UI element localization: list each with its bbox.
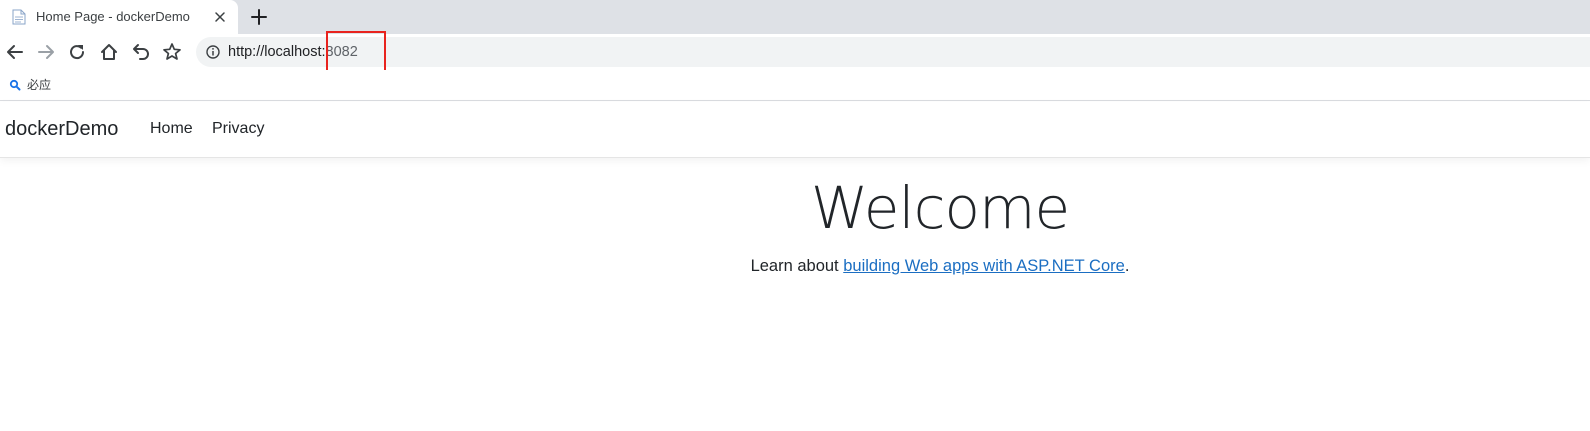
info-icon[interactable] — [206, 45, 220, 59]
main-content: Welcome Learn about building Web apps wi… — [0, 159, 1590, 431]
welcome-section: Welcome Learn about building Web apps wi… — [290, 159, 1590, 279]
nav-home-link[interactable]: Home — [150, 102, 193, 156]
new-tab-plus-icon[interactable] — [250, 8, 268, 26]
undo-icon[interactable] — [130, 41, 152, 63]
bookmarks-bar: 必应 — [0, 70, 1590, 101]
port-highlight-box — [326, 31, 386, 74]
home-icon[interactable] — [98, 41, 120, 63]
close-icon[interactable] — [212, 9, 228, 25]
site-navbar: dockerDemo Home Privacy — [0, 102, 1590, 158]
browser-tab[interactable]: Home Page - dockerDemo — [0, 0, 238, 34]
url-host: http://localhost: — [228, 44, 326, 60]
lead-prefix: Learn about — [750, 257, 844, 275]
nav-privacy-link[interactable]: Privacy — [212, 102, 264, 156]
aspnet-docs-link[interactable]: building Web apps with ASP.NET Core — [843, 257, 1125, 275]
tab-title: Home Page - dockerDemo — [36, 9, 190, 24]
tab-strip: Home Page - dockerDemo — [0, 0, 1590, 34]
browser-toolbar: http://localhost:8082 — [0, 34, 1590, 70]
back-icon[interactable] — [4, 41, 26, 63]
site-brand[interactable]: dockerDemo — [5, 102, 118, 156]
forward-icon[interactable] — [35, 41, 57, 63]
reload-icon[interactable] — [66, 41, 88, 63]
search-icon — [9, 78, 21, 91]
address-bar[interactable]: http://localhost:8082 — [196, 37, 1590, 67]
lead-text: Learn about building Web apps with ASP.N… — [290, 253, 1590, 279]
bookmark-label: 必应 — [27, 78, 52, 92]
page-heading: Welcome — [810, 174, 1070, 242]
page-icon — [12, 9, 26, 25]
star-icon[interactable] — [161, 41, 183, 63]
lead-suffix: . — [1124, 257, 1130, 275]
